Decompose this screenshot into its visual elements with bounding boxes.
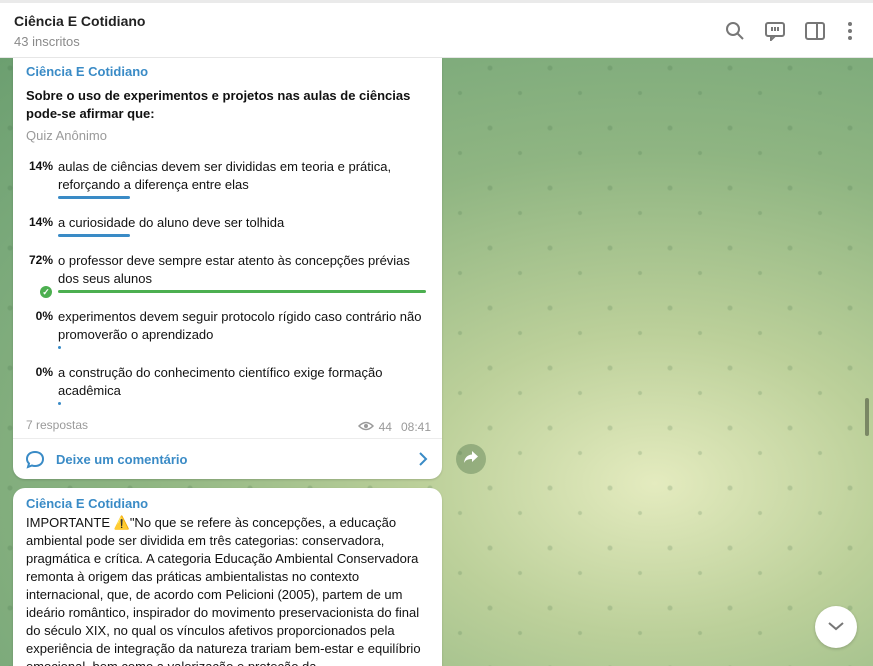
- message-time: 08:41: [400, 420, 431, 434]
- share-icon: [463, 450, 479, 469]
- option-bar: [58, 402, 61, 405]
- quiz-question: Sobre o uso de experimentos e projetos n…: [26, 88, 411, 121]
- chevron-down-icon: [827, 618, 845, 636]
- text-message: Ciência E Cotidiano IMPORTANTE ⚠️"No que…: [13, 488, 442, 666]
- message-meta: 44 08:41: [357, 420, 431, 434]
- comment-icon: [25, 450, 45, 474]
- more-icon[interactable]: [839, 20, 861, 42]
- message-channel-name[interactable]: Ciência E Cotidiano: [26, 64, 148, 79]
- correct-check-icon: ✓: [40, 286, 52, 298]
- option-text: aulas de ciências devem ser divididas em…: [58, 159, 392, 192]
- message-text: IMPORTANTE ⚠️"No que se refere às concep…: [26, 515, 421, 666]
- quiz-type: Quiz Anônimo: [26, 128, 107, 143]
- option-percent: 14%: [28, 215, 53, 229]
- option-text: a curiosidade do aluno deve ser tolhida: [58, 215, 285, 230]
- chat-area: Ciência E Cotidiano Sobre o uso de exper…: [0, 58, 873, 666]
- scroll-down-button[interactable]: [815, 606, 857, 648]
- option-bar: [58, 290, 426, 293]
- discussion-icon[interactable]: [764, 20, 786, 42]
- chat-header: Ciência E Cotidiano 43 inscritos: [0, 0, 873, 58]
- option-text: a construção do conhecimento científico …: [58, 365, 383, 398]
- sidebar-icon[interactable]: [804, 20, 826, 42]
- option-bar: [58, 234, 130, 237]
- view-count: 44: [378, 420, 392, 434]
- response-count[interactable]: 7 respostas: [26, 418, 88, 432]
- option-percent: 72%: [28, 253, 53, 267]
- option-percent: 14%: [28, 159, 53, 173]
- share-button[interactable]: [456, 444, 486, 474]
- search-icon[interactable]: [724, 20, 746, 42]
- option-text: o professor deve sempre estar atento às …: [58, 253, 410, 286]
- comment-button[interactable]: Deixe um comentário: [13, 439, 442, 479]
- eye-icon: [357, 420, 374, 434]
- comment-label: Deixe um comentário: [56, 452, 188, 467]
- option-text: experimentos devem seguir protocolo rígi…: [58, 309, 422, 342]
- quiz-message: Ciência E Cotidiano Sobre o uso de exper…: [13, 58, 442, 479]
- message-channel-name[interactable]: Ciência E Cotidiano: [26, 496, 148, 511]
- option-bar: [58, 196, 130, 199]
- chevron-right-icon: [418, 452, 428, 471]
- channel-title[interactable]: Ciência E Cotidiano: [14, 13, 145, 29]
- option-percent: 0%: [35, 365, 53, 379]
- subscriber-count: 43 inscritos: [14, 34, 80, 49]
- scrollbar[interactable]: [865, 398, 869, 436]
- option-bar: [58, 346, 61, 349]
- option-percent: 0%: [35, 309, 53, 323]
